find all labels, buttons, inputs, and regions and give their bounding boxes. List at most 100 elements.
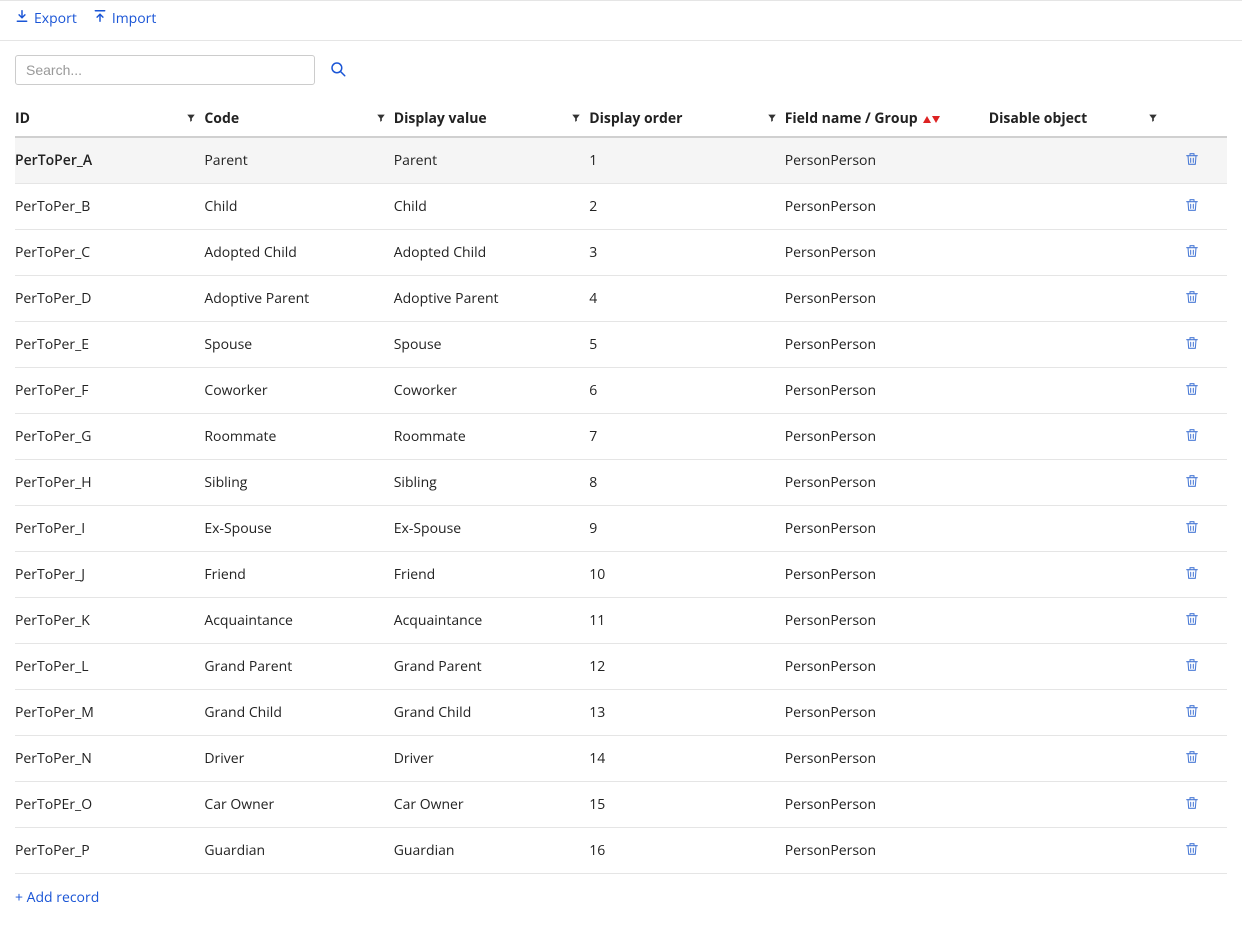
cell-display_value: Acquaintance [394, 598, 589, 644]
table-row[interactable]: PerToPer_PGuardianGuardian16PersonPerson [15, 828, 1227, 874]
cell-actions [1166, 644, 1227, 690]
table-row[interactable]: PerToPer_DAdoptive ParentAdoptive Parent… [15, 276, 1227, 322]
delete-button[interactable] [1182, 332, 1202, 357]
cell-code: Child [204, 184, 393, 230]
delete-button[interactable] [1182, 424, 1202, 449]
upload-icon [93, 9, 107, 28]
table-row[interactable]: PerToPer_CAdopted ChildAdopted Child3Per… [15, 230, 1227, 276]
table-row[interactable]: PerToPer_FCoworkerCoworker6PersonPerson [15, 368, 1227, 414]
column-label: ID [15, 109, 30, 128]
filter-icon[interactable] [571, 109, 581, 128]
cell-disable_object [989, 598, 1166, 644]
delete-button[interactable] [1182, 838, 1202, 863]
cell-actions [1166, 276, 1227, 322]
cell-field_group: PersonPerson [785, 460, 989, 506]
table-row[interactable]: PerToPer_LGrand ParentGrand Parent12Pers… [15, 644, 1227, 690]
search-input[interactable] [15, 55, 315, 85]
cell-display_value: Car Owner [394, 782, 589, 828]
cell-actions [1166, 690, 1227, 736]
cell-display_order: 8 [589, 460, 784, 506]
table-row[interactable]: PerToPer_MGrand ChildGrand Child13Person… [15, 690, 1227, 736]
cell-disable_object [989, 552, 1166, 598]
cell-code: Spouse [204, 322, 393, 368]
search-button[interactable] [325, 56, 351, 85]
table-row[interactable]: PerToPer_JFriendFriend10PersonPerson [15, 552, 1227, 598]
download-icon [15, 9, 29, 28]
table-row[interactable]: PerToPer_HSiblingSibling8PersonPerson [15, 460, 1227, 506]
trash-icon [1184, 662, 1200, 677]
cell-field_group: PersonPerson [785, 736, 989, 782]
table-row[interactable]: PerToPer_KAcquaintanceAcquaintance11Pers… [15, 598, 1227, 644]
cell-field_group: PersonPerson [785, 137, 989, 184]
cell-code: Sibling [204, 460, 393, 506]
cell-field_group: PersonPerson [785, 828, 989, 874]
filter-icon[interactable] [1148, 109, 1158, 128]
cell-disable_object [989, 782, 1166, 828]
delete-button[interactable] [1182, 654, 1202, 679]
cell-id: PerToPEr_O [15, 782, 204, 828]
cell-field_group: PersonPerson [785, 184, 989, 230]
export-label: Export [34, 9, 77, 28]
cell-actions [1166, 506, 1227, 552]
column-header-id[interactable]: ID [15, 103, 204, 137]
cell-actions [1166, 736, 1227, 782]
cell-code: Ex-Spouse [204, 506, 393, 552]
trash-icon [1184, 478, 1200, 493]
table-row[interactable]: PerToPEr_OCar OwnerCar Owner15PersonPers… [15, 782, 1227, 828]
table-row[interactable]: PerToPer_BChildChild2PersonPerson [15, 184, 1227, 230]
table-row[interactable]: PerToPer_GRoommateRoommate7PersonPerson [15, 414, 1227, 460]
add-record-link[interactable]: + Add record [15, 888, 99, 907]
delete-button[interactable] [1182, 562, 1202, 587]
filter-icon[interactable] [376, 109, 386, 128]
cell-actions [1166, 230, 1227, 276]
column-header-field_group[interactable]: Field name / Group [785, 103, 989, 137]
table-row[interactable]: PerToPer_ESpouseSpouse5PersonPerson [15, 322, 1227, 368]
delete-button[interactable] [1182, 148, 1202, 173]
cell-id: PerToPer_D [15, 276, 204, 322]
column-header-display_order[interactable]: Display order [589, 103, 784, 137]
trash-icon [1184, 570, 1200, 585]
cell-actions [1166, 598, 1227, 644]
cell-display_order: 7 [589, 414, 784, 460]
trash-icon [1184, 202, 1200, 217]
cell-display_value: Sibling [394, 460, 589, 506]
cell-display_order: 4 [589, 276, 784, 322]
cell-id: PerToPer_P [15, 828, 204, 874]
cell-actions [1166, 782, 1227, 828]
trash-icon [1184, 294, 1200, 309]
column-header-display_value[interactable]: Display value [394, 103, 589, 137]
import-link[interactable]: Import [93, 9, 157, 28]
delete-button[interactable] [1182, 792, 1202, 817]
cell-field_group: PersonPerson [785, 276, 989, 322]
export-link[interactable]: Export [15, 9, 77, 28]
table-row[interactable]: PerToPer_AParentParent1PersonPerson [15, 137, 1227, 184]
trash-icon [1184, 800, 1200, 815]
delete-button[interactable] [1182, 194, 1202, 219]
delete-button[interactable] [1182, 286, 1202, 311]
delete-button[interactable] [1182, 746, 1202, 771]
delete-button[interactable] [1182, 516, 1202, 541]
filter-icon[interactable] [767, 109, 777, 128]
cell-disable_object [989, 137, 1166, 184]
filter-icon[interactable] [186, 109, 196, 128]
cell-display_value: Ex-Spouse [394, 506, 589, 552]
trash-icon [1184, 248, 1200, 263]
delete-button[interactable] [1182, 378, 1202, 403]
cell-id: PerToPer_G [15, 414, 204, 460]
delete-button[interactable] [1182, 700, 1202, 725]
column-header-disable_object[interactable]: Disable object [989, 103, 1166, 137]
table-row[interactable]: PerToPer_IEx-SpouseEx-Spouse9PersonPerso… [15, 506, 1227, 552]
data-table: ID CodeDisplay valueDisplay orderField na… [15, 103, 1227, 874]
column-header-code[interactable]: Code [204, 103, 393, 137]
cell-display_value: Roommate [394, 414, 589, 460]
cell-code: Adopted Child [204, 230, 393, 276]
cell-display_order: 1 [589, 137, 784, 184]
cell-field_group: PersonPerson [785, 506, 989, 552]
sort-indicator-icon [923, 116, 940, 123]
delete-button[interactable] [1182, 240, 1202, 265]
trash-icon [1184, 754, 1200, 769]
table-row[interactable]: PerToPer_NDriverDriver14PersonPerson [15, 736, 1227, 782]
delete-button[interactable] [1182, 470, 1202, 495]
delete-button[interactable] [1182, 608, 1202, 633]
cell-id: PerToPer_I [15, 506, 204, 552]
